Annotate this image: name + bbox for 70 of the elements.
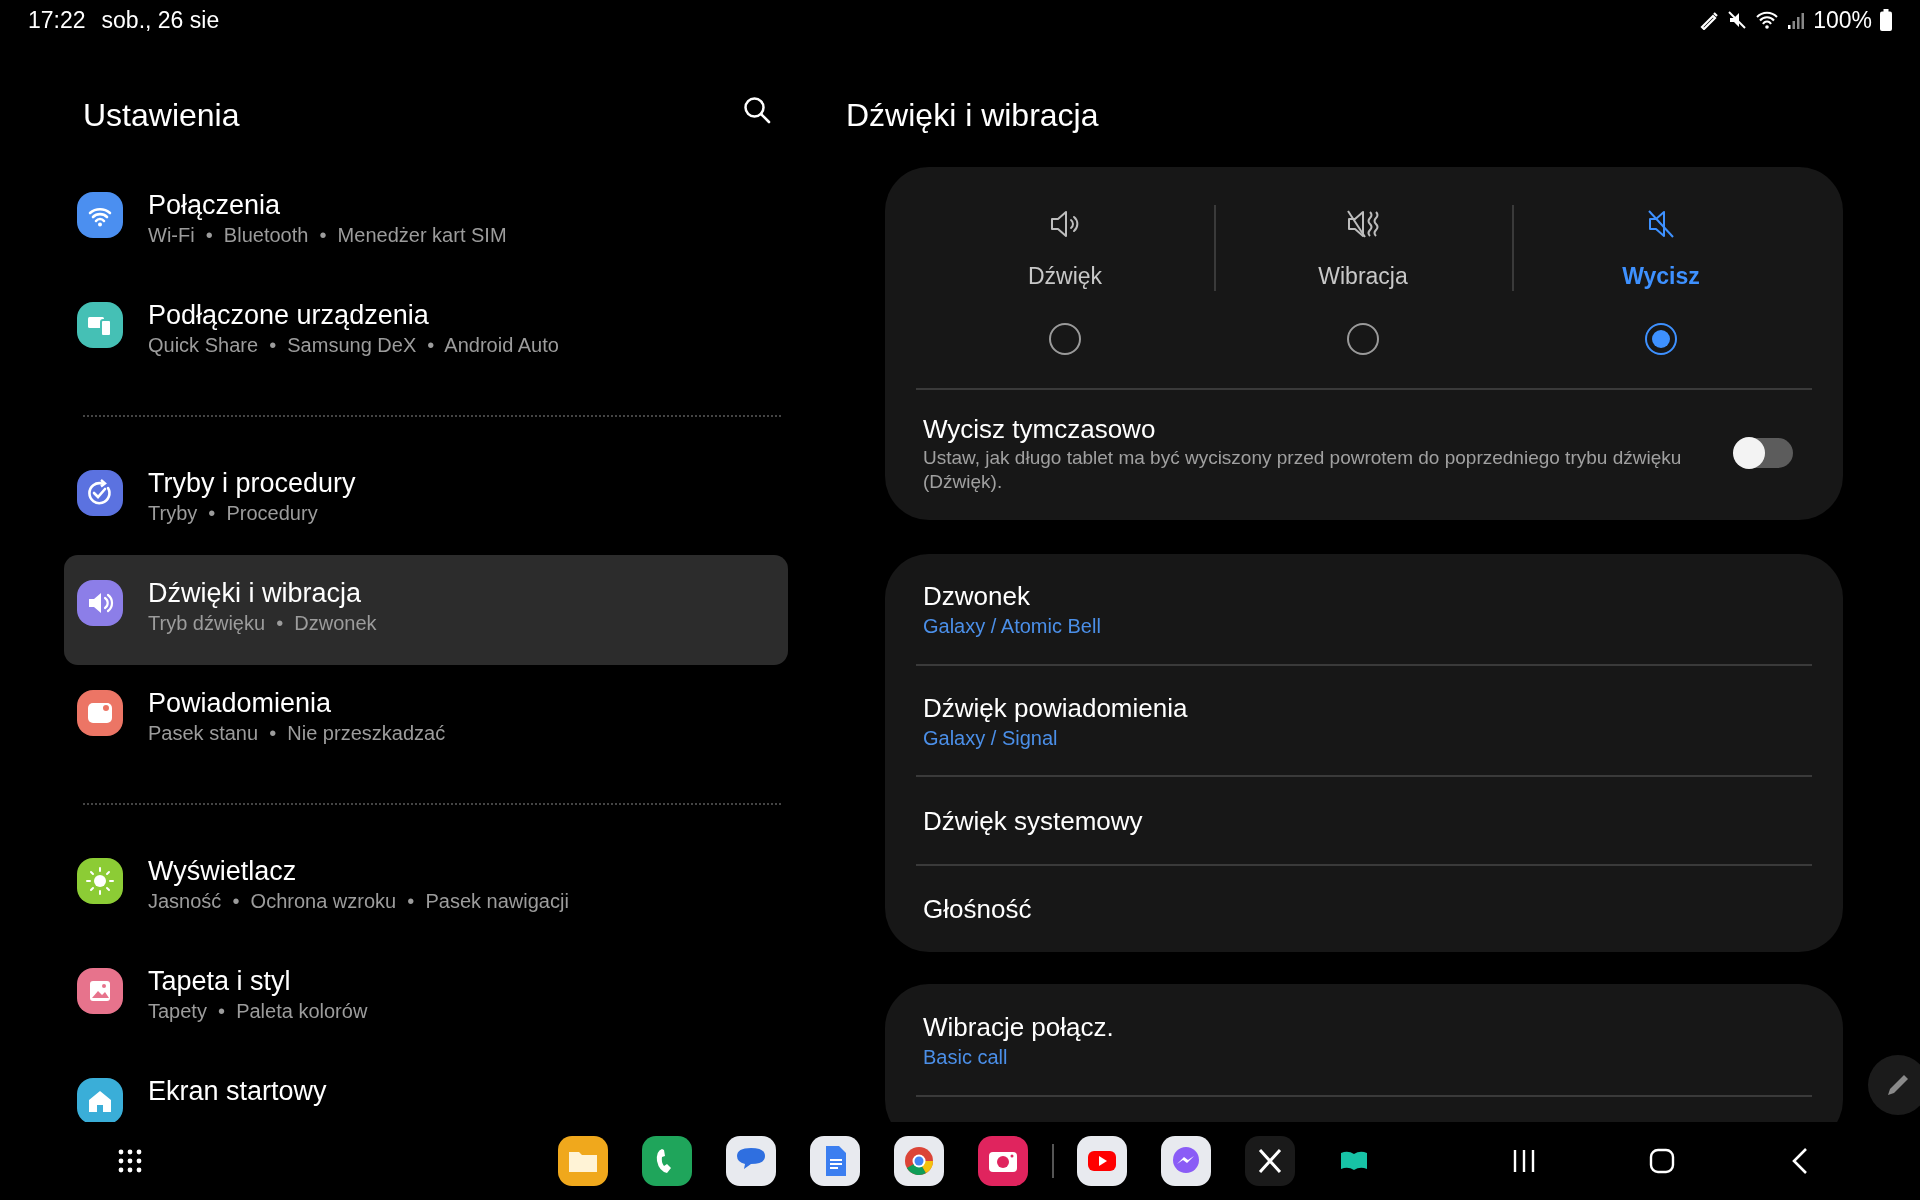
settings-item[interactable]: Połączenia Wi-Fi • Bluetooth • Menedżer kart SIM: [64, 167, 788, 277]
settings-item[interactable]: Tryby i procedury Tryby • Procedury: [64, 445, 788, 555]
mode-label: Wycisz: [1622, 262, 1700, 290]
settings-item[interactable]: Tapeta i styl Tapety • Paleta kolorów: [64, 943, 788, 1053]
item-subtitle: Jasność • Ochrona wzroku • Pasek nawigacji: [148, 889, 569, 914]
list-item[interactable]: Dźwięk powiadomienia Galaxy / Signal: [916, 664, 1812, 775]
item-title: Wibracje połącz.: [923, 1010, 1115, 1044]
item-title: Podłączone urządzenia: [148, 299, 430, 332]
back-icon[interactable]: [1791, 1147, 1809, 1175]
item-title: Dźwięk powiadomienia: [923, 691, 1189, 725]
list-item[interactable]: Głośność: [916, 864, 1812, 952]
x-logo-icon[interactable]: [1245, 1136, 1295, 1186]
item-title: Tapeta i styl: [148, 965, 292, 998]
item-value: Galaxy / Atomic Bell: [923, 614, 1102, 639]
battery-percent: 100%: [1813, 5, 1872, 35]
camera-icon[interactable]: [978, 1136, 1028, 1186]
recents-icon[interactable]: [1512, 1148, 1536, 1174]
play-icon[interactable]: [1077, 1136, 1127, 1186]
mute-icon: [1727, 10, 1748, 30]
battery-icon: [1880, 9, 1892, 31]
mode-radio[interactable]: [1049, 323, 1081, 355]
item-title: Dzwonek: [923, 580, 1031, 613]
settings-item[interactable]: Ekran startowy: [64, 1053, 788, 1122]
item-title: Tryby i procedury: [148, 467, 356, 500]
item-value: Basic call: [923, 1044, 1009, 1070]
chat-bolt-icon[interactable]: [1161, 1136, 1211, 1186]
home-icon[interactable]: [1649, 1148, 1675, 1174]
item-title: Połączenia: [148, 189, 282, 222]
toggle-switch[interactable]: [1735, 438, 1793, 468]
status-date: sob., 26 sie: [101, 5, 220, 35]
mode-radio[interactable]: [1347, 323, 1379, 355]
chat-bubble-icon[interactable]: [726, 1136, 776, 1186]
item-value: Galaxy / Signal: [923, 725, 1059, 751]
list-item[interactable]: Wibracje połącz. Basic call: [916, 984, 1812, 1095]
item-subtitle: Quick Share • Samsung DeX • Android Auto: [148, 333, 559, 358]
item-subtitle: Tryb dźwięku • Dzwonek: [148, 611, 377, 636]
item-subtitle: Pasek stanu • Nie przeszkadzać: [148, 721, 446, 746]
panel-title: Dźwięki i wibracja: [846, 96, 1100, 135]
mode-label: Wibracja: [1318, 262, 1408, 290]
settings-item[interactable]: Powiadomienia Pasek stanu • Nie przeszkadzać: [64, 665, 788, 775]
list-item[interactable]: Dzwonek Galaxy / Atomic Bell: [916, 554, 1812, 664]
item-title: Dźwięk systemowy: [923, 804, 1144, 838]
pen-icon: [1699, 10, 1720, 30]
phone-icon[interactable]: [642, 1136, 692, 1186]
settings-item[interactable]: Wyświetlacz Jasność • Ochrona wzroku • Pasek nawigacji: [64, 833, 788, 943]
settings-item[interactable]: Dźwięki i wibracja Tryb dźwięku • Dzwonek: [64, 555, 788, 665]
setting-title: Wycisz tymczasowo: [923, 413, 1157, 446]
setting-description: Ustaw, jak długo tablet ma być wyciszony przed powrotem do poprzedniego trybu dźwięku (Dźwięk).: [923, 446, 1683, 494]
item-title: Ekran startowy: [148, 1075, 327, 1108]
item-title: Powiadomienia: [148, 687, 333, 720]
folder-icon[interactable]: [558, 1136, 608, 1186]
document-icon[interactable]: [810, 1136, 860, 1186]
mode-label: Dźwięk: [1027, 262, 1103, 290]
item-title: Wyświetlacz: [148, 855, 298, 888]
signal-icon: [1787, 10, 1806, 30]
panel-title: Ustawienia: [83, 96, 240, 135]
item-subtitle: Tryby • Procedury: [148, 501, 319, 526]
item-subtitle: Wi-Fi • Bluetooth • Menedżer kart SIM: [148, 223, 507, 248]
settings-item[interactable]: Podłączone urządzenia Quick Share • Samsung DeX • Android Auto: [64, 277, 788, 387]
clock-time: 17:22: [28, 5, 86, 35]
item-title: Dźwięki i wibracja: [148, 577, 363, 610]
item-title: Głośność: [923, 893, 1033, 926]
edit-button[interactable]: [1868, 1055, 1920, 1115]
item-subtitle: Tapety • Paleta kolorów: [148, 999, 368, 1024]
apps-icon[interactable]: [118, 1149, 142, 1173]
list-item[interactable]: Dźwięk systemowy: [916, 775, 1812, 864]
search-icon[interactable]: [742, 95, 772, 125]
wifi-icon: [1755, 10, 1780, 30]
mode-radio[interactable]: [1645, 323, 1677, 355]
browser-icon[interactable]: [894, 1136, 944, 1186]
